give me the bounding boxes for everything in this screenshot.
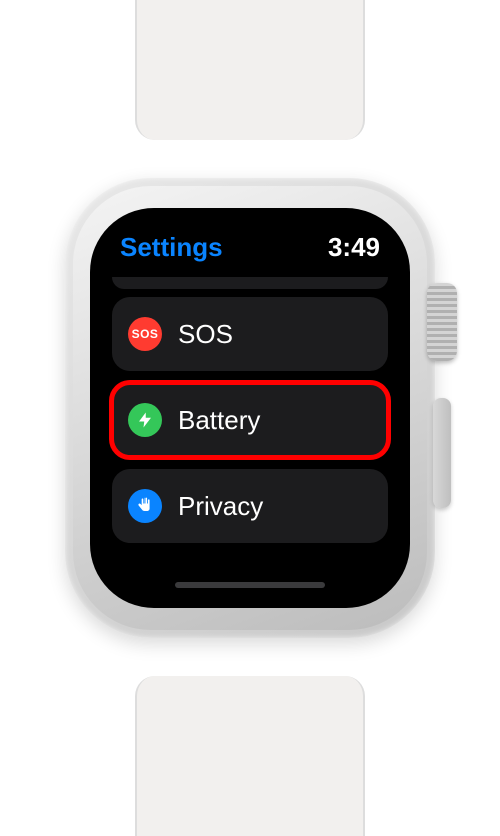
settings-list: SOS SOS Battery Privacy bbox=[110, 297, 390, 543]
settings-item-battery[interactable]: Battery bbox=[112, 383, 388, 457]
back-button[interactable]: Settings bbox=[120, 232, 223, 263]
sos-icon: SOS bbox=[128, 317, 162, 351]
watch-body: Settings 3:49 SOS SOS Battery bbox=[65, 178, 435, 638]
settings-item-privacy[interactable]: Privacy bbox=[112, 469, 388, 543]
status-bar: Settings 3:49 bbox=[110, 232, 390, 273]
scroll-indicator bbox=[175, 582, 325, 588]
settings-item-label: Privacy bbox=[178, 491, 263, 522]
settings-item-label: SOS bbox=[178, 319, 233, 350]
settings-item-sos[interactable]: SOS SOS bbox=[112, 297, 388, 371]
digital-crown[interactable] bbox=[427, 283, 457, 361]
list-scroll-edge-top bbox=[112, 277, 388, 289]
watch-band-top bbox=[135, 0, 365, 140]
privacy-hand-icon bbox=[128, 489, 162, 523]
battery-icon bbox=[128, 403, 162, 437]
side-button[interactable] bbox=[433, 398, 451, 508]
settings-item-label: Battery bbox=[178, 405, 260, 436]
clock-time: 3:49 bbox=[328, 232, 380, 263]
watch-band-bottom bbox=[135, 676, 365, 836]
watch-screen: Settings 3:49 SOS SOS Battery bbox=[90, 208, 410, 608]
